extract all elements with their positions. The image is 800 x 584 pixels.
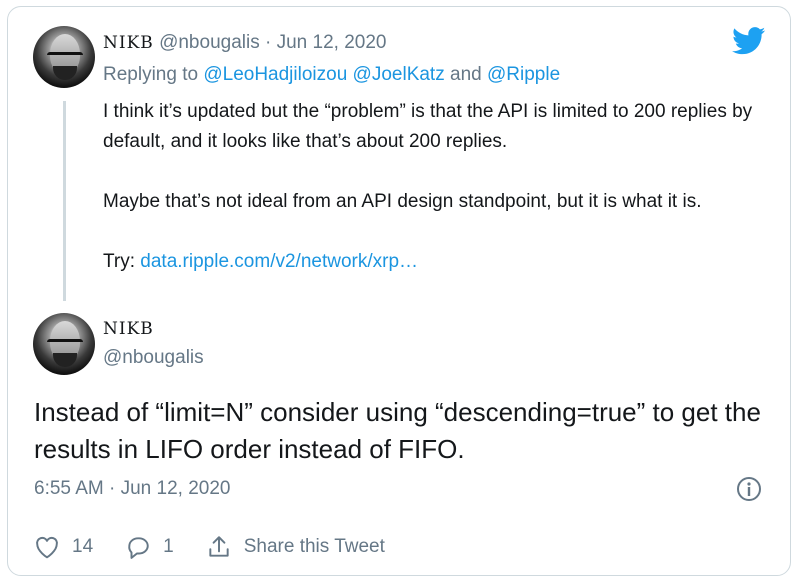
- action-bar: 14 1 Share this Tweet: [34, 530, 417, 564]
- reply-button[interactable]: 1: [125, 534, 174, 560]
- main-tweet-text: Instead of “limit=N” consider using “des…: [34, 397, 761, 464]
- reply-body: I think it’s updated but the “problem” i…: [103, 97, 763, 277]
- info-icon[interactable]: [736, 476, 762, 502]
- reply-count: 1: [163, 536, 174, 557]
- replying-to: Replying to @LeoHadjiloizou @JoelKatz an…: [103, 64, 560, 86]
- share-icon: [209, 536, 229, 557]
- reply-header: NIKB @nbougalis · Jun 12, 2020: [103, 32, 386, 54]
- replying-prefix: Replying to: [103, 64, 199, 85]
- display-name[interactable]: NIKB: [103, 33, 154, 53]
- avatar-beard: [53, 353, 77, 367]
- try-link[interactable]: data.ripple.com/v2/network/xrp…: [140, 251, 418, 272]
- reply-bubble-icon: [128, 537, 149, 559]
- like-count: 14: [72, 536, 94, 557]
- share-button[interactable]: Share this Tweet: [206, 534, 385, 560]
- main-handle[interactable]: @nbougalis: [103, 347, 204, 369]
- heart-icon: [36, 536, 58, 559]
- avatar[interactable]: [33, 313, 95, 375]
- reply-paragraph-3: Try: data.ripple.com/v2/network/xrp…: [103, 247, 763, 277]
- avatar-glasses: [47, 52, 83, 63]
- handle-date[interactable]: @nbougalis · Jun 12, 2020: [159, 32, 386, 53]
- like-button[interactable]: 14: [34, 535, 93, 559]
- avatar-beard: [53, 66, 77, 80]
- share-label: Share this Tweet: [243, 536, 385, 557]
- replying-last-link[interactable]: @Ripple: [487, 64, 560, 85]
- thread-line: [63, 101, 66, 301]
- avatar[interactable]: [33, 26, 95, 88]
- try-prefix: Try:: [103, 251, 136, 272]
- main-display-name[interactable]: NIKB: [103, 319, 154, 339]
- reply-paragraph-2: Maybe that’s not ideal from an API desig…: [103, 191, 702, 212]
- twitter-bird-icon[interactable]: [732, 27, 766, 55]
- reply-paragraph-1: I think it’s updated but the “problem” i…: [103, 101, 753, 152]
- replying-users-link[interactable]: @LeoHadjiloizou @JoelKatz: [203, 64, 444, 85]
- timestamp[interactable]: 6:55 AM · Jun 12, 2020: [34, 478, 230, 500]
- avatar-glasses: [47, 339, 83, 350]
- replying-and: and: [450, 64, 482, 85]
